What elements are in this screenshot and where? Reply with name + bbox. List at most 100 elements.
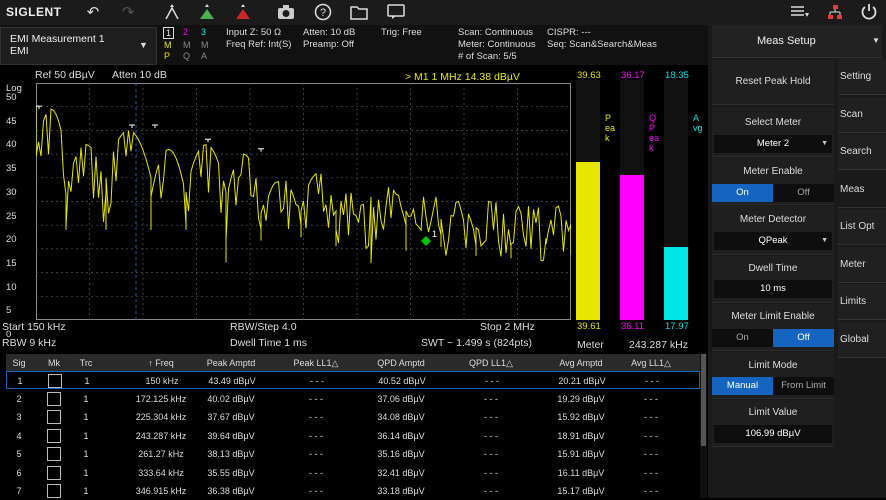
dwell-time-value[interactable]: 10 ms	[714, 280, 832, 298]
siglent-logo: SIGLENT	[6, 5, 62, 19]
undo-icon[interactable]: ↶	[81, 2, 105, 22]
meter-detector-control[interactable]: Meter Detector QPeak ▼	[712, 206, 834, 255]
marker-1-label: 1	[432, 229, 437, 239]
message-icon[interactable]	[384, 2, 408, 22]
chevron-down-icon: ▼	[821, 237, 828, 244]
checkbox-box[interactable]	[47, 428, 61, 443]
y-tick-label: 50	[6, 92, 17, 103]
y-tick-label: 30	[6, 186, 17, 198]
meter-limit-on[interactable]: On	[712, 329, 773, 347]
checkbox-box[interactable]	[48, 374, 62, 388]
limit-mode-from-limit[interactable]: From Limit	[773, 377, 834, 395]
scan-mode: Scan: Continuous	[458, 27, 533, 38]
meter-enable-on[interactable]: On	[712, 184, 773, 202]
table-header: Sig Mk Trc ↑ Freq Peak Amptd Peak LL1△ QPD Amp…	[6, 354, 700, 372]
select-meter-label: Select Meter	[744, 117, 802, 128]
y-tick-label: 15	[6, 257, 17, 269]
redo-icon[interactable]: ↷	[116, 2, 140, 22]
checkbox-box[interactable]	[47, 410, 61, 424]
column-header[interactable]: Trc	[66, 354, 106, 372]
meter-enable-off[interactable]: Off	[773, 184, 834, 202]
scan-count: # of Scan: 5/5	[458, 51, 517, 62]
table-row[interactable]: 2 1 172.125 kHz 40.02 dBµV - - -37.06 dBµV - …	[6, 390, 700, 408]
panel-header[interactable]: Meas Setup ▼	[712, 25, 882, 58]
table-cell: - - -	[644, 449, 658, 459]
avg-meter-bar	[664, 247, 688, 320]
table-row[interactable]: 4 1 243.287 kHz 39.64 dBµV - - -36.14 dBµV - …	[6, 427, 700, 445]
limit-value-value[interactable]: 106.99 dBµV	[714, 425, 832, 443]
checkbox-box[interactable]	[47, 447, 61, 461]
next-peak-icon[interactable]	[195, 2, 219, 22]
trace-indicator[interactable]: 1 2 3 M P M Q M A	[160, 27, 218, 63]
table-cell: 1	[83, 467, 89, 478]
limit-mode-manual[interactable]: Manual	[712, 377, 773, 395]
meter-panel: 39.63 Peak 39.61 36.17 QPeak 36.11 18.35 Avg 17.…	[571, 68, 703, 350]
column-header[interactable]: Avg LL1△	[606, 354, 696, 372]
table-scrollbar[interactable]	[700, 354, 707, 498]
menu-icon[interactable]	[788, 2, 812, 22]
tab-limits[interactable]: Limits	[838, 284, 886, 320]
table-cell: - - -	[644, 486, 658, 496]
table-cell: - - -	[644, 430, 658, 441]
start-freq: Start 150 kHz	[2, 321, 66, 333]
table-row[interactable]: 6 1 333.64 kHz 35.55 dBµV - - -32.41 dBµV - -…	[6, 464, 700, 482]
qpeak-meter-bottom-value: 36.11	[621, 321, 645, 332]
meter-enable-control[interactable]: Meter Enable On Off	[712, 158, 834, 205]
meter-mode: Meter: Continuous	[458, 39, 536, 50]
qpeak-meter-label: QPeak	[649, 113, 660, 153]
folder-icon[interactable]	[347, 2, 371, 22]
dwell-time-control[interactable]: Dwell Time 10 ms	[712, 256, 834, 303]
peak-marker-icon[interactable]	[160, 2, 184, 22]
rbw-step: RBW/Step 4.0	[230, 321, 297, 333]
power-icon[interactable]	[857, 2, 881, 22]
select-meter-value: Meter 2	[756, 138, 790, 149]
column-header[interactable]: Sig	[6, 354, 32, 372]
tab-list-opt[interactable]: List Opt	[838, 209, 886, 245]
table-row[interactable]: 5 1 261.27 kHz 38.13 dBµV - - -35.16 dBµV - -…	[6, 445, 700, 463]
select-meter-dropdown[interactable]: Meter 2 ▼	[714, 135, 832, 153]
limit-value-control[interactable]: Limit Value 106.99 dBµV	[712, 400, 834, 447]
meter-limit-enable-control[interactable]: Meter Limit Enable On Off	[712, 304, 834, 351]
tab-setting[interactable]: Setting	[838, 59, 886, 95]
table-row[interactable]: 3 1 225.304 kHz 37.67 dBµV - - -34.08 dBµV - …	[6, 408, 700, 426]
tab-meter[interactable]: Meter	[838, 246, 886, 283]
table-cell: 1	[83, 430, 89, 441]
checkbox-box[interactable]	[47, 465, 61, 480]
chevron-down-icon: ▼	[139, 40, 148, 50]
reset-peak-hold-button[interactable]: Reset Peak Hold	[712, 60, 834, 105]
checkbox-box[interactable]	[47, 391, 61, 406]
peak-meter-bottom-value: 39.61	[577, 321, 601, 332]
tab-global[interactable]: Global	[838, 321, 886, 358]
avg-meter-bottom-value: 17.97	[665, 321, 689, 332]
table-cell: 1	[83, 486, 89, 496]
y-tick-label: 10	[6, 281, 17, 293]
network-icon[interactable]	[823, 2, 847, 22]
info-preamp: Preamp: Off	[303, 39, 355, 50]
limit-mode-control[interactable]: Limit Mode Manual From Limit	[712, 352, 834, 399]
meter-limit-off[interactable]: Off	[773, 329, 834, 347]
measurement-selector[interactable]: EMI Measurement 1 EMI ▼	[0, 27, 157, 65]
camera-icon[interactable]	[274, 2, 298, 22]
checkbox-box[interactable]	[47, 484, 61, 498]
table-cell: 1	[84, 376, 90, 386]
measurement-title: EMI Measurement 1	[10, 33, 105, 45]
tab-scan[interactable]: Scan	[838, 96, 886, 133]
table-row[interactable]: 1 1 150 kHz 43.49 dBµV - - -40.52 dBµV - - -2…	[6, 371, 700, 389]
input-impedance: Input Z: 50 Ω	[226, 27, 282, 38]
tab-meas[interactable]: Meas	[838, 171, 886, 208]
marker-down-icon[interactable]	[231, 2, 255, 22]
chevron-down-icon: ▼	[821, 140, 828, 147]
table-cell: 1	[83, 393, 89, 404]
panel-title: Meas Setup	[757, 35, 816, 47]
meter-label: Meter	[577, 339, 604, 351]
trace-2-number: 2	[183, 27, 189, 37]
meter-detector-dropdown[interactable]: QPeak ▼	[714, 232, 832, 250]
table-row[interactable]: 7 1 346.915 kHz 36.38 dBµV - - -33.18 dBµV - …	[6, 482, 700, 500]
qpeak-meter-bar	[620, 175, 644, 320]
tab-search[interactable]: Search	[838, 134, 886, 170]
spectrum-plot[interactable]: 1	[36, 83, 571, 320]
select-meter-control[interactable]: Select Meter Meter 2 ▼	[712, 108, 834, 157]
trace-3-detector: A	[201, 51, 208, 61]
help-icon[interactable]: ?	[311, 2, 335, 22]
meter-frequency: 243.287 kHz	[629, 339, 688, 351]
